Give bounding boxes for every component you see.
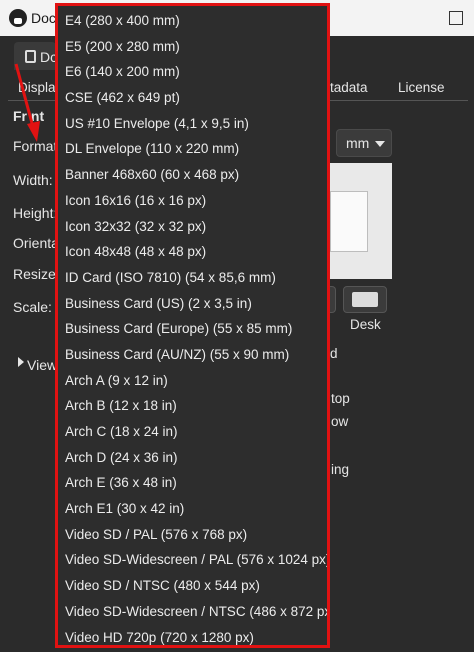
page-format-list: E4 (280 x 400 mm) E5 (200 x 280 mm) E6 (14… (58, 8, 327, 646)
page-format-option[interactable]: Video HD 720p (720 x 1280 px) (58, 625, 327, 646)
page-format-option[interactable]: Video SD / PAL (576 x 768 px) (58, 522, 327, 548)
page-format-option[interactable]: E5 (200 x 280 mm) (58, 34, 327, 60)
page-format-option[interactable]: Arch E1 (30 x 42 in) (58, 496, 327, 522)
page-format-option[interactable]: Arch D (24 x 36 in) (58, 445, 327, 471)
page-format-option[interactable]: Banner 468x60 (60 x 468 px) (58, 162, 327, 188)
page-format-option[interactable]: E4 (280 x 400 mm) (58, 8, 327, 34)
page-format-option[interactable]: ID Card (ISO 7810) (54 x 85,6 mm) (58, 265, 327, 291)
page-format-dropdown[interactable]: E4 (280 x 400 mm) E5 (200 x 280 mm) E6 (14… (55, 3, 330, 648)
page-format-option[interactable]: US #10 Envelope (4,1 x 9,5 in) (58, 111, 327, 137)
page-format-option[interactable]: Business Card (Europe) (55 x 85 mm) (58, 316, 327, 342)
page-format-option[interactable]: Business Card (AU/NZ) (55 x 90 mm) (58, 342, 327, 368)
page-format-option[interactable]: Icon 16x16 (16 x 16 px) (58, 188, 327, 214)
page-format-option[interactable]: Video SD-Widescreen / PAL (576 x 1024 px… (58, 547, 327, 573)
page-format-option[interactable]: Video SD / NTSC (480 x 544 px) (58, 573, 327, 599)
page-format-option[interactable]: E6 (140 x 200 mm) (58, 59, 327, 85)
page-format-option[interactable]: Arch B (12 x 18 in) (58, 393, 327, 419)
page-format-option[interactable]: Video SD-Widescreen / NTSC (486 x 872 px… (58, 599, 327, 625)
page-format-option[interactable]: Icon 32x32 (32 x 32 px) (58, 214, 327, 240)
arrow-head (27, 121, 40, 142)
arrow-shaft (14, 63, 35, 128)
page-format-option[interactable]: CSE (462 x 649 pt) (58, 85, 327, 111)
page-format-option[interactable]: DL Envelope (110 x 220 mm) (58, 136, 327, 162)
page-format-option[interactable]: Arch C (18 x 24 in) (58, 419, 327, 445)
page-format-option[interactable]: Arch A (9 x 12 in) (58, 368, 327, 394)
page-format-option[interactable]: Business Card (US) (2 x 3,5 in) (58, 291, 327, 317)
page-format-option[interactable]: Icon 48x48 (48 x 48 px) (58, 239, 327, 265)
page-format-option[interactable]: Arch E (36 x 48 in) (58, 470, 327, 496)
